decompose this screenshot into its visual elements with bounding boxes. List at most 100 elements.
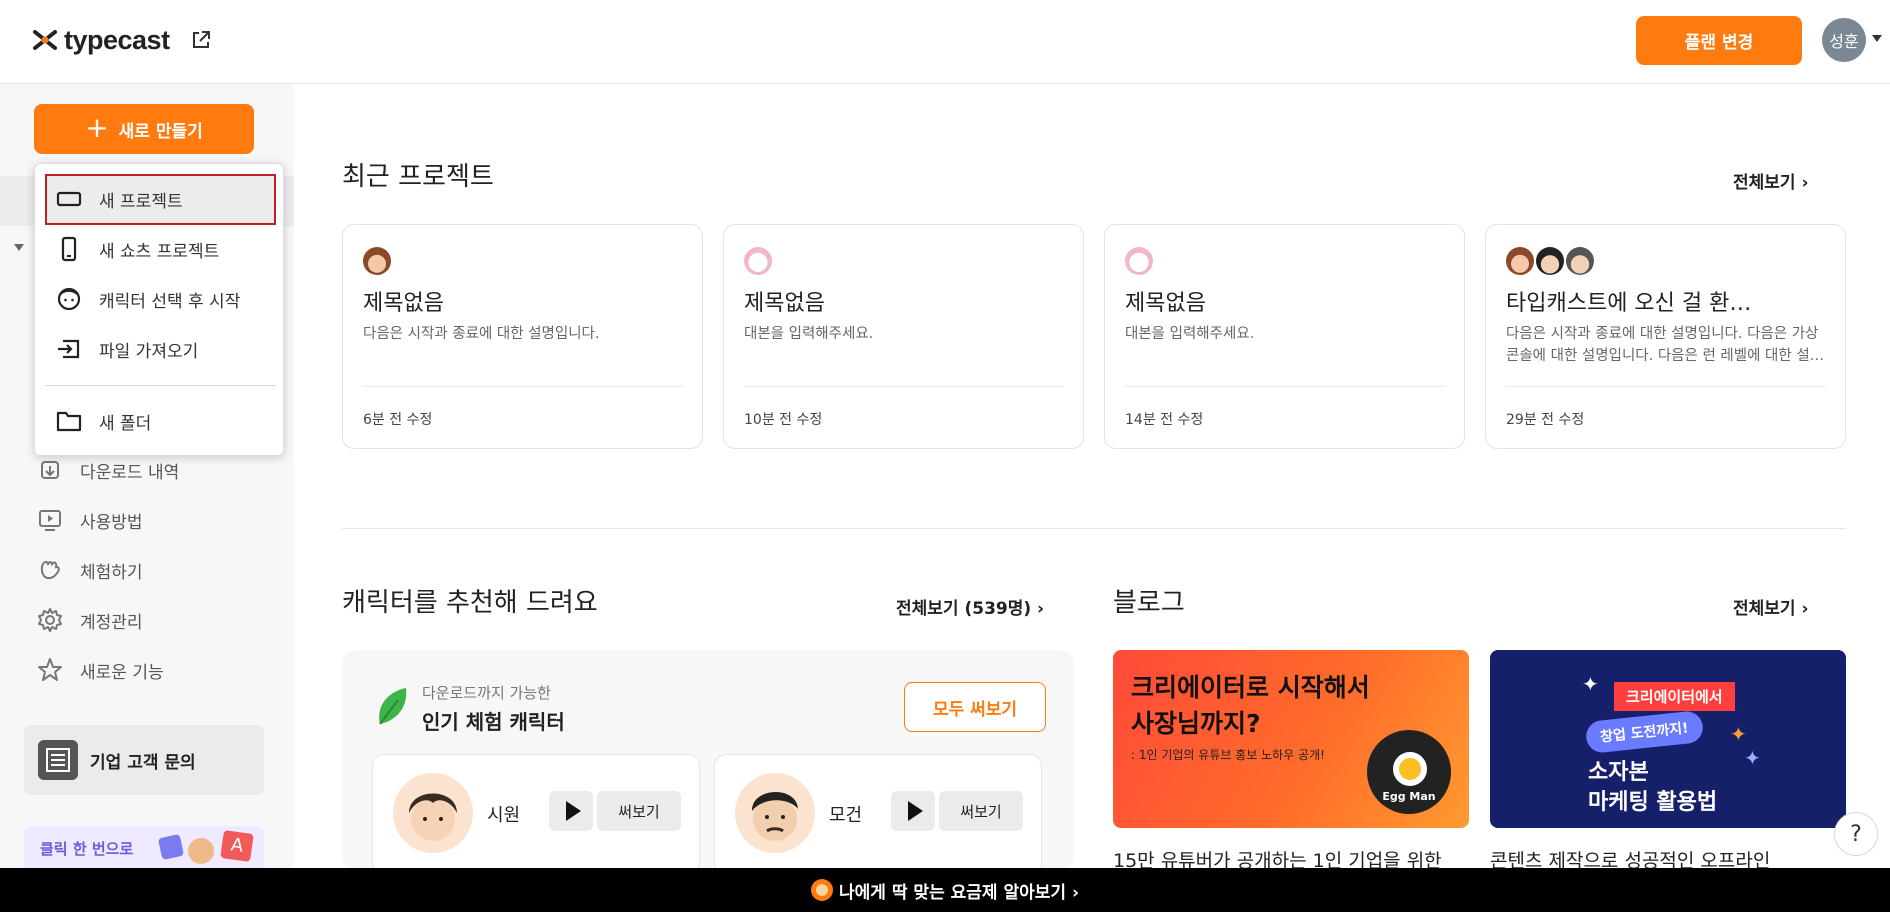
banner-tag: 크리에이터에서 <box>1614 682 1735 711</box>
recent-see-all-link[interactable]: 전체보기 › <box>1733 168 1808 193</box>
character-card[interactable]: 시원 써보기 <box>372 754 700 870</box>
menu-item-label: 캐릭터 선택 후 시작 <box>99 291 241 312</box>
sidebar-item-label: 새로운 기능 <box>80 662 164 683</box>
sidebar-item-trial[interactable]: 체험하기 <box>36 553 143 587</box>
enterprise-inquiry-label: 기업 고객 문의 <box>90 752 196 773</box>
create-new-label: 새로 만들기 <box>118 121 203 142</box>
blog-post-banner[interactable]: ✦ ✦ ✦ 크리에이터에서 창업 도전까지! 소자본 마케팅 활용법 <box>1490 650 1846 828</box>
project-icon <box>56 191 82 207</box>
promo-letter-icon: A <box>220 830 254 862</box>
card-modified-time: 6분 전 수정 <box>363 412 433 428</box>
character-portrait <box>735 773 815 853</box>
card-avatars <box>1506 247 1594 275</box>
blog-see-all-link[interactable]: 전체보기 › <box>1733 594 1808 619</box>
banner-tag: 창업 도전까지! <box>1584 709 1704 755</box>
sidebar-item-downloads[interactable]: 다운로드 내역 <box>36 453 179 487</box>
pricing-promo-bar[interactable]: 나에게 딱 맞는 요금제 알아보기 › <box>0 868 1890 912</box>
menu-item-label: 새 쇼츠 프로젝트 <box>99 241 220 262</box>
help-button[interactable]: ? <box>1834 812 1878 856</box>
dropdown-divider <box>45 385 276 386</box>
card-title: 제목없음 <box>1125 291 1206 316</box>
sidebar-item-account[interactable]: 계정관리 <box>36 603 143 637</box>
enterprise-inquiry-button[interactable]: 기업 고객 문의 <box>24 725 264 795</box>
leaf-icon <box>379 688 407 725</box>
tutorial-icon <box>39 510 61 531</box>
card-title: 제목없음 <box>363 291 444 316</box>
dog-avatar-icon <box>1125 247 1153 275</box>
sidebar-item-label: 체험하기 <box>80 562 143 583</box>
banner-subtitle: : 1인 기업의 유튜브 홍보 노하우 공개! <box>1131 748 1325 762</box>
project-card[interactable]: 제목없음 대본을 입력해주세요. 10분 전 수정 <box>723 224 1084 449</box>
magnifier-icon <box>811 879 834 901</box>
banner-headline-line: 크리에이터로 시작해서 <box>1131 673 1370 702</box>
panel-subtitle: 다운로드까지 가능한 <box>422 684 551 702</box>
play-icon[interactable] <box>891 791 935 831</box>
logo-text: typecast <box>64 24 170 55</box>
character-avatar-icon <box>1506 247 1534 275</box>
menu-item-new-shorts[interactable]: 새 쇼츠 프로젝트 <box>55 229 219 269</box>
play-icon[interactable] <box>549 791 593 831</box>
sidebar-item-howto[interactable]: 사용방법 <box>36 503 143 537</box>
character-name: 모건 <box>829 805 863 826</box>
menu-item-start-with-character[interactable]: 캐릭터 선택 후 시작 <box>55 279 240 319</box>
card-description: 대본을 입력해주세요. <box>744 326 874 342</box>
character-name: 시원 <box>487 805 521 826</box>
card-avatars <box>1125 247 1153 275</box>
create-new-dropdown: 새 프로젝트 새 쇼츠 프로젝트 캐릭터 선택 후 시작 파일 가져오기 새 폴… <box>34 163 284 456</box>
external-link-icon[interactable] <box>190 29 212 51</box>
egg-man-label: Egg Man <box>1382 790 1436 803</box>
try-all-button[interactable]: 모두 써보기 <box>904 682 1046 732</box>
folder-icon <box>56 411 82 432</box>
import-icon <box>58 339 80 359</box>
banner-headline-line: 사장님까지? <box>1131 709 1261 738</box>
dog-avatar-icon <box>744 247 772 275</box>
card-description: 대본을 입력해주세요. <box>1125 326 1255 342</box>
typecast-logo-icon <box>33 30 57 50</box>
card-modified-time: 14분 전 수정 <box>1125 412 1204 428</box>
plus-icon: + <box>85 110 109 144</box>
menu-item-import-file[interactable]: 파일 가져오기 <box>55 329 198 369</box>
card-divider <box>1125 386 1445 387</box>
card-divider <box>363 386 683 387</box>
card-divider <box>1506 386 1826 387</box>
sidebar-item-new-features[interactable]: 새로운 기능 <box>36 653 164 687</box>
card-modified-time: 29분 전 수정 <box>1506 412 1585 428</box>
building-icon <box>38 740 78 780</box>
characters-title: 캐릭터를 추천해 드려요 <box>342 588 598 618</box>
blog-title: 블로그 <box>1113 588 1185 618</box>
trial-icon <box>40 560 60 580</box>
try-character-button[interactable]: 써보기 <box>597 791 681 831</box>
blog-post-banner[interactable]: 크리에이터로 시작해서 사장님까지? : 1인 기업의 유튜브 홍보 노하우 공… <box>1113 650 1469 828</box>
try-character-button[interactable]: 써보기 <box>939 791 1023 831</box>
create-new-button[interactable]: + 새로 만들기 <box>34 104 254 154</box>
chevron-down-icon[interactable] <box>1872 35 1882 42</box>
menu-item-new-folder[interactable]: 새 폴더 <box>55 401 151 441</box>
character-card[interactable]: 모건 써보기 <box>714 754 1042 870</box>
characters-see-all-link[interactable]: 전체보기 (539명) › <box>896 594 1044 619</box>
character-portrait <box>393 773 473 853</box>
sparkle-icon: ✦ <box>1744 746 1761 770</box>
banner-headline-line: 소자본 <box>1588 760 1649 785</box>
sidebar-item-label: 계정관리 <box>80 612 143 633</box>
project-card[interactable]: 타입캐스트에 오신 걸 환… 다음은 시작과 종료에 대한 설명입니다. 다음은… <box>1485 224 1846 449</box>
menu-item-label: 파일 가져오기 <box>99 341 199 362</box>
menu-item-label: 새 폴더 <box>99 413 152 434</box>
character-avatar-icon <box>1536 247 1564 275</box>
card-title: 타입캐스트에 오신 걸 환… <box>1506 291 1752 316</box>
gear-icon <box>38 608 62 632</box>
egg-man-logo: Egg Man <box>1367 730 1451 814</box>
typecast-logo[interactable]: typecast <box>32 24 212 56</box>
promo-text: 클릭 한 번으로 <box>40 840 134 858</box>
promo-face-icon <box>188 838 214 864</box>
card-description: 다음은 시작과 종료에 대한 설명입니다. 다음은 가상 콘솔에 대한 설명입니… <box>1506 326 1825 364</box>
card-title: 제목없음 <box>744 291 825 316</box>
caret-down-icon[interactable] <box>14 244 24 251</box>
project-card[interactable]: 제목없음 대본을 입력해주세요. 14분 전 수정 <box>1104 224 1465 449</box>
card-modified-time: 10분 전 수정 <box>744 412 823 428</box>
popular-characters-panel: 다운로드까지 가능한 인기 체험 캐릭터 모두 써보기 시원 써보기 모건 써보… <box>342 650 1074 870</box>
change-plan-button[interactable]: 플랜 변경 <box>1636 16 1802 65</box>
user-avatar[interactable]: 성훈 <box>1822 18 1866 62</box>
sidebar-item-label: 사용방법 <box>80 512 143 533</box>
menu-item-new-project[interactable]: 새 프로젝트 <box>55 179 183 219</box>
project-card[interactable]: 제목없음 다음은 시작과 종료에 대한 설명입니다. 6분 전 수정 <box>342 224 703 449</box>
